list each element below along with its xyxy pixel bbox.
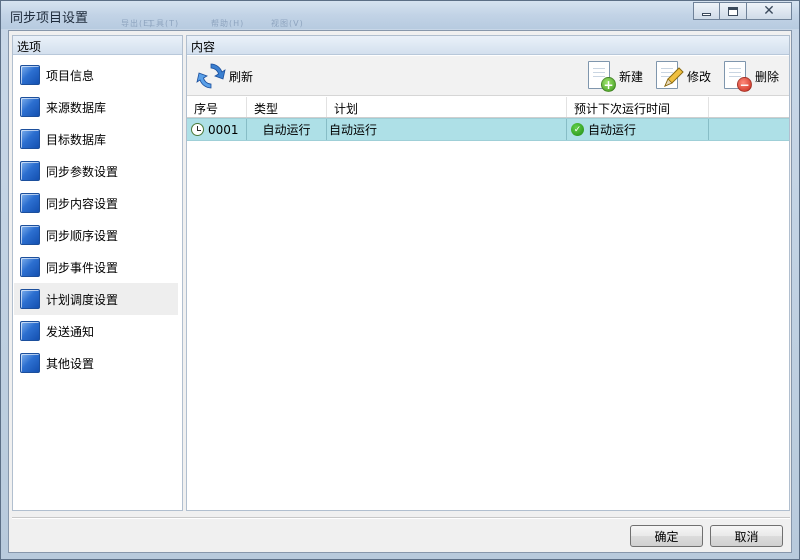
column-header-no[interactable]: 序号 <box>187 97 247 117</box>
option-item-target-db[interactable]: 目标数据库 <box>14 123 178 155</box>
schedule-table: 序号 类型 计划 预计下次运行时间 0001 自动运行 自动运行 ✓ 自动运行 <box>187 97 789 141</box>
table-header: 序号 类型 计划 预计下次运行时间 <box>187 97 789 118</box>
new-button[interactable]: + 新建 <box>587 59 643 93</box>
content-panel: 内容 刷新 + 新建 修改 − 删除 序号 类型 计划 预计下次运行时间 000… <box>186 35 790 511</box>
table-row[interactable]: 0001 自动运行 自动运行 ✓ 自动运行 <box>187 118 789 141</box>
edit-button[interactable]: 修改 <box>655 59 711 93</box>
content-header: 内容 <box>187 36 789 55</box>
cell-next-run-text: 自动运行 <box>588 123 637 137</box>
delete-label: 删除 <box>755 69 780 84</box>
check-icon: ✓ <box>571 123 584 136</box>
new-document-icon: + <box>587 60 616 92</box>
option-item-project-info[interactable]: 项目信息 <box>14 59 178 91</box>
ghost-menu-item: 视图(V) <box>271 19 304 28</box>
cell-next-run: ✓ 自动运行 <box>567 119 709 140</box>
options-header: 选项 <box>13 36 182 55</box>
minimize-icon <box>702 12 711 16</box>
blue-square-icon <box>20 225 40 245</box>
options-list: 项目信息 来源数据库 目标数据库 同步参数设置 同步内容设置 同步顺序设置 同步… <box>13 55 182 379</box>
maximize-button[interactable] <box>720 2 747 20</box>
refresh-button[interactable]: 刷新 <box>195 59 253 93</box>
minimize-button[interactable] <box>693 2 720 20</box>
column-header-extra[interactable] <box>709 97 789 117</box>
option-item-sync-content[interactable]: 同步内容设置 <box>14 187 178 219</box>
toolbar: 刷新 + 新建 修改 − 删除 <box>187 56 789 96</box>
column-header-next-run[interactable]: 预计下次运行时间 <box>567 97 709 117</box>
delete-button[interactable]: − 删除 <box>723 59 779 93</box>
blue-square-icon <box>20 161 40 181</box>
cell-no: 0001 <box>187 119 247 140</box>
dialog-window: 同步项目设置 导出(E) 工具(T) 帮助(H) 视图(V) ✕ 选项 项目信息… <box>0 0 800 560</box>
blue-square-icon <box>20 193 40 213</box>
option-item-sync-params[interactable]: 同步参数设置 <box>14 155 178 187</box>
ok-button[interactable]: 确定 <box>630 525 703 547</box>
option-label: 计划调度设置 <box>46 292 119 307</box>
ghost-menu-item: 帮助(H) <box>211 19 245 28</box>
option-item-source-db[interactable]: 来源数据库 <box>14 91 178 123</box>
option-item-schedule[interactable]: 计划调度设置 <box>14 283 178 315</box>
maximize-icon <box>728 6 738 16</box>
delete-document-icon: − <box>723 60 752 92</box>
cell-type: 自动运行 <box>247 119 327 140</box>
option-item-other[interactable]: 其他设置 <box>14 347 178 379</box>
close-button[interactable]: ✕ <box>747 2 792 20</box>
option-label: 项目信息 <box>46 68 95 83</box>
schedule-clock-icon <box>191 123 204 136</box>
option-item-notification[interactable]: 发送通知 <box>14 315 178 347</box>
title-bar[interactable]: 同步项目设置 导出(E) 工具(T) 帮助(H) 视图(V) ✕ <box>1 1 799 29</box>
cell-plan: 自动运行 <box>327 119 567 140</box>
option-label: 同步事件设置 <box>46 260 119 275</box>
new-label: 新建 <box>619 69 644 84</box>
option-label: 其他设置 <box>46 356 95 371</box>
option-label: 同步顺序设置 <box>46 228 119 243</box>
options-panel: 选项 项目信息 来源数据库 目标数据库 同步参数设置 同步内容设置 同步顺序设置… <box>12 35 183 511</box>
blue-square-icon <box>20 289 40 309</box>
blue-square-icon <box>20 257 40 277</box>
window-title: 同步项目设置 <box>10 11 89 26</box>
option-label: 同步内容设置 <box>46 196 119 211</box>
close-icon: ✕ <box>763 3 775 19</box>
option-label: 目标数据库 <box>46 132 107 147</box>
refresh-icon <box>196 63 226 89</box>
dialog-client-area: 选项 项目信息 来源数据库 目标数据库 同步参数设置 同步内容设置 同步顺序设置… <box>8 30 792 553</box>
blue-square-icon <box>20 97 40 117</box>
footer-divider <box>12 517 790 519</box>
blue-square-icon <box>20 65 40 85</box>
edit-document-icon <box>655 60 684 92</box>
blue-square-icon <box>20 129 40 149</box>
blue-square-icon <box>20 321 40 341</box>
column-header-type[interactable]: 类型 <box>247 97 327 117</box>
cell-no-text: 0001 <box>208 122 239 137</box>
option-label: 发送通知 <box>46 324 95 339</box>
edit-label: 修改 <box>687 69 712 84</box>
blue-square-icon <box>20 353 40 373</box>
cell-extra <box>709 119 789 140</box>
cancel-button[interactable]: 取消 <box>710 525 783 547</box>
option-label: 同步参数设置 <box>46 164 119 179</box>
refresh-label: 刷新 <box>229 69 254 84</box>
option-item-sync-order[interactable]: 同步顺序设置 <box>14 219 178 251</box>
ghost-menu-item: 工具(T) <box>147 19 180 28</box>
column-header-plan[interactable]: 计划 <box>327 97 567 117</box>
caption-buttons: ✕ <box>693 2 792 20</box>
option-item-sync-events[interactable]: 同步事件设置 <box>14 251 178 283</box>
option-label: 来源数据库 <box>46 100 107 115</box>
